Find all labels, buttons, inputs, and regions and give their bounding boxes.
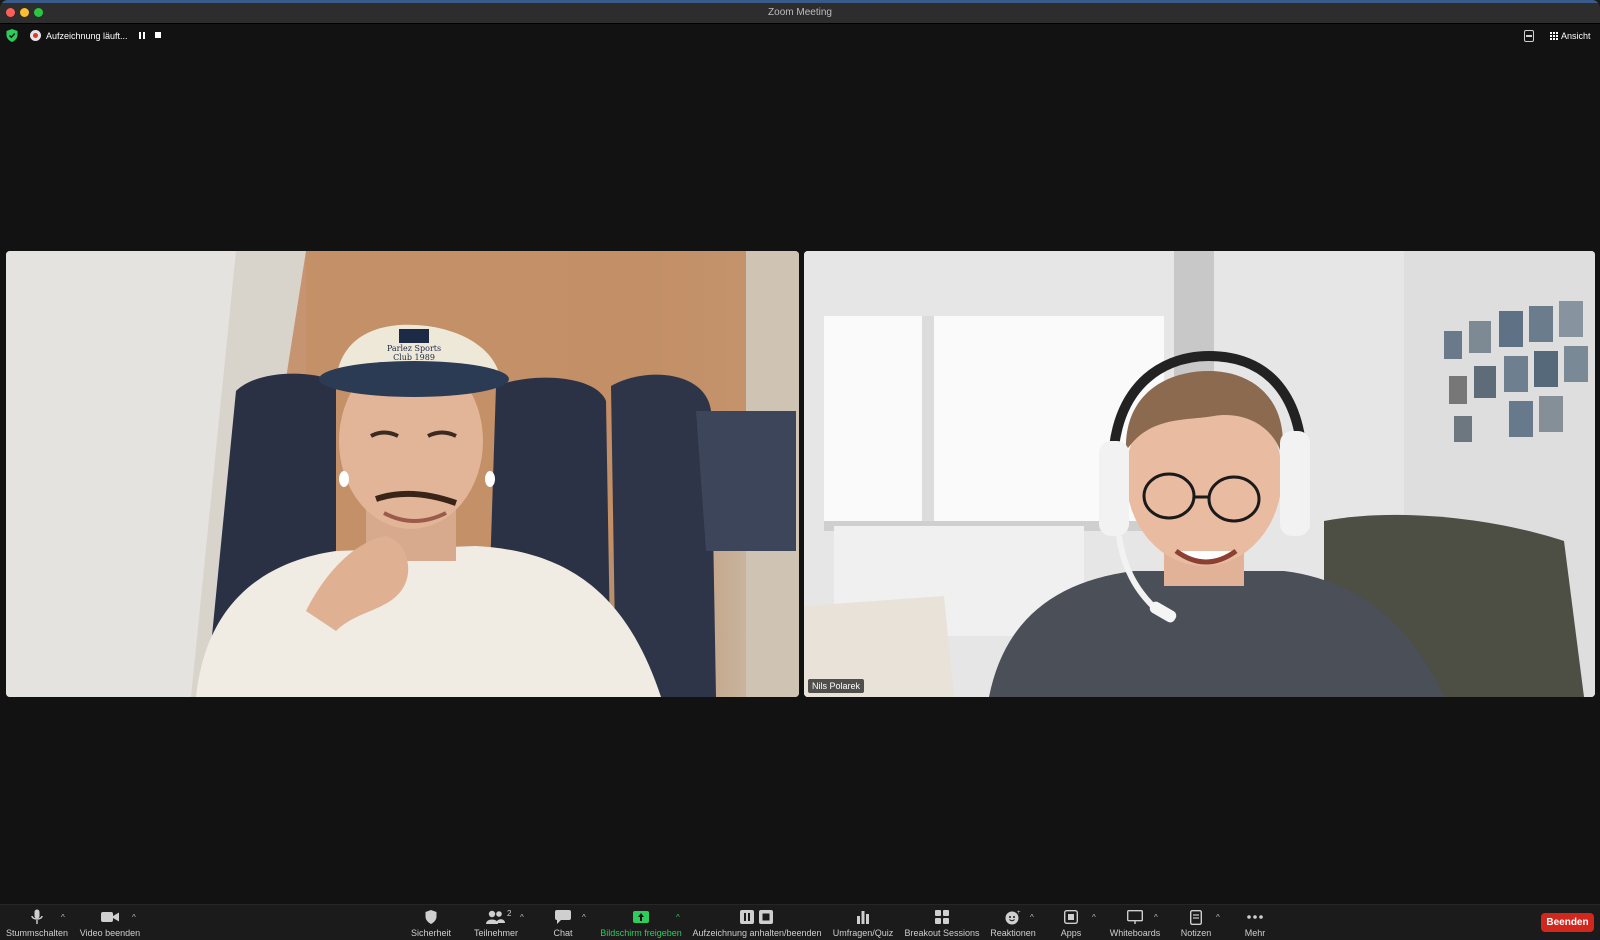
participants-icon: 2 xyxy=(485,909,511,925)
title-bar-accent xyxy=(0,0,1600,3)
whiteboard-icon xyxy=(1124,909,1146,925)
chat-options-caret-icon[interactable]: ^ xyxy=(582,913,586,922)
stop-recording-icon[interactable] xyxy=(155,32,161,38)
whiteboards-label: Whiteboards xyxy=(1109,928,1161,938)
end-meeting-button[interactable]: Beenden xyxy=(1541,913,1594,932)
cap-text-line-1: Parlez Sports xyxy=(387,344,441,353)
apps-icon xyxy=(1060,909,1082,925)
recording-status-text: Aufzeichnung läuft... xyxy=(46,31,128,41)
participant-video-left: Parlez Sports Club 1989 xyxy=(6,251,799,697)
notes-icon xyxy=(1185,909,1207,925)
polls-label: Umfragen/Quiz xyxy=(832,928,894,938)
recording-controls-button[interactable]: Aufzeichnung anhalten/beenden xyxy=(692,905,822,940)
video-tile-left[interactable]: Parlez Sports Club 1989 xyxy=(6,251,799,697)
zoom-window: Zoom Meeting Aufzeichnung läuft... Ansic… xyxy=(0,0,1600,940)
breakout-sessions-label: Breakout Sessions xyxy=(904,928,980,938)
chat-button[interactable]: Chat xyxy=(546,905,580,940)
video-options-caret-icon[interactable]: ^ xyxy=(132,913,136,922)
cap-text-line-2: Club 1989 xyxy=(393,353,435,362)
share-options-caret-icon[interactable]: ^ xyxy=(676,913,680,922)
breakout-grid-icon xyxy=(931,909,953,925)
microphone-icon xyxy=(26,909,48,925)
mute-label: Stummschalten xyxy=(5,928,69,938)
polls-button[interactable]: Umfragen/Quiz xyxy=(832,905,894,940)
smiley-plus-icon: + xyxy=(1002,909,1024,925)
reactions-button[interactable]: + Reaktionen xyxy=(989,905,1037,940)
pause-recording-icon[interactable] xyxy=(139,32,146,39)
more-button[interactable]: Mehr xyxy=(1240,905,1270,940)
minimize-meeting-icon[interactable] xyxy=(1524,30,1534,42)
security-button[interactable]: Sicherheit xyxy=(405,905,457,940)
participant-count: 2 xyxy=(507,909,512,918)
participants-button[interactable]: 2 Teilnehmer xyxy=(468,905,524,940)
recording-controls-label: Aufzeichnung anhalten/beenden xyxy=(692,928,822,938)
pause-stop-recording-icon xyxy=(739,909,775,925)
notes-options-caret-icon[interactable]: ^ xyxy=(1216,913,1220,922)
reactions-options-caret-icon[interactable]: ^ xyxy=(1030,913,1034,922)
video-camera-icon xyxy=(99,909,121,925)
chat-label: Chat xyxy=(553,928,573,938)
breakout-sessions-button[interactable]: Breakout Sessions xyxy=(904,905,980,940)
security-label: Sicherheit xyxy=(410,928,452,938)
grid-view-icon xyxy=(1550,32,1558,40)
whiteboards-button[interactable]: Whiteboards xyxy=(1107,905,1163,940)
notes-button[interactable]: Notizen xyxy=(1176,905,1216,940)
share-screen-button[interactable]: Bildschirm freigeben xyxy=(598,905,684,940)
reactions-label: Reaktionen xyxy=(990,928,1036,938)
chat-bubble-icon xyxy=(552,909,574,925)
title-bar: Zoom Meeting xyxy=(0,0,1600,24)
participant-name-label: Nils Polarek xyxy=(808,679,865,693)
participant-video-right xyxy=(804,251,1595,697)
view-button-label: Ansicht xyxy=(1561,31,1591,41)
stop-video-label: Video beenden xyxy=(79,928,141,938)
mute-options-caret-icon[interactable]: ^ xyxy=(61,913,65,922)
apps-label: Apps xyxy=(1060,928,1082,938)
encryption-shield-icon[interactable] xyxy=(6,29,18,42)
stop-video-button[interactable]: Video beenden xyxy=(78,905,142,940)
notes-label: Notizen xyxy=(1180,928,1212,938)
ellipsis-icon xyxy=(1244,909,1266,925)
security-shield-icon xyxy=(420,909,442,925)
share-screen-icon xyxy=(630,909,652,925)
apps-button[interactable]: Apps xyxy=(1056,905,1086,940)
meeting-status-row: Aufzeichnung läuft... Ansicht xyxy=(0,28,1600,44)
recording-indicator-icon xyxy=(30,30,41,41)
more-label: Mehr xyxy=(1244,928,1266,938)
view-button[interactable]: Ansicht xyxy=(1550,29,1591,43)
participants-label: Teilnehmer xyxy=(473,928,519,938)
meeting-toolbar: Stummschalten ^ Video beenden ^ Sicherhe… xyxy=(0,904,1600,940)
window-title: Zoom Meeting xyxy=(768,7,832,18)
share-screen-label: Bildschirm freigeben xyxy=(600,928,682,938)
apps-options-caret-icon[interactable]: ^ xyxy=(1092,913,1096,922)
bar-chart-icon xyxy=(852,909,874,925)
mute-button[interactable]: Stummschalten xyxy=(6,905,68,940)
video-tile-right[interactable]: Nils Polarek xyxy=(804,251,1595,697)
svg-text:+: + xyxy=(1017,910,1021,916)
whiteboards-options-caret-icon[interactable]: ^ xyxy=(1154,913,1158,922)
participants-options-caret-icon[interactable]: ^ xyxy=(520,913,524,922)
